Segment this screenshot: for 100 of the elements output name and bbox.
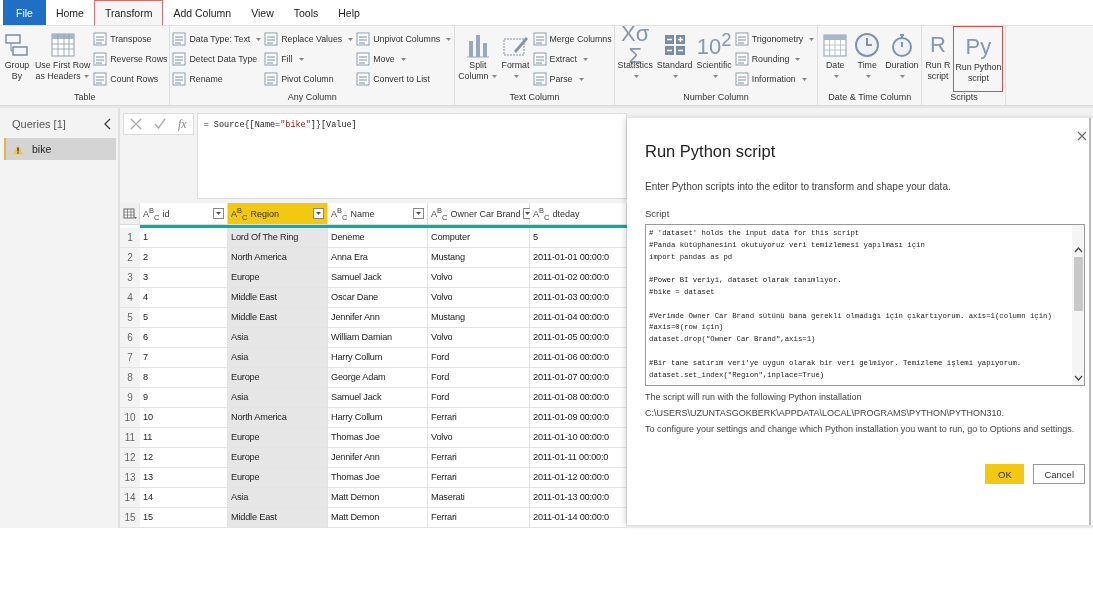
- table-cell: Ferrari: [428, 448, 530, 467]
- column-header[interactable]: A$^{B}$$_{C}$ Name: [328, 203, 428, 224]
- table-cell: Volvo: [428, 328, 530, 347]
- ribbon-button[interactable]: Format: [500, 29, 531, 92]
- list-icon: [356, 52, 371, 66]
- ribbon-button[interactable]: Detect Data Type: [172, 51, 263, 67]
- column-header[interactable]: A$^{B}$$_{C}$ id: [140, 203, 228, 224]
- ribbon-button[interactable]: Standard: [655, 29, 694, 92]
- group-label: Text Column: [508, 92, 561, 104]
- column-header[interactable]: A$^{B}$$_{C}$ Owner Car Brand: [428, 203, 530, 224]
- column-header[interactable]: A$^{B}$$_{C}$ dteday: [530, 203, 627, 224]
- group-label: Number Column: [682, 92, 750, 104]
- list-icon: [264, 72, 279, 86]
- ribbon-button[interactable]: Information: [734, 71, 816, 87]
- filter-button[interactable]: [313, 208, 324, 219]
- ribbon-button[interactable]: Py Run Python script: [953, 26, 1004, 92]
- ribbon-button[interactable]: Fill: [264, 51, 355, 67]
- ribbon-button[interactable]: Transpose: [93, 31, 168, 47]
- list-icon: [172, 32, 187, 46]
- ribbon-button[interactable]: Data Type: Text: [172, 31, 263, 47]
- ribbon-button[interactable]: Rounding: [734, 51, 816, 67]
- ribbon-button[interactable]: Rename: [172, 71, 263, 87]
- list-icon: [172, 72, 187, 86]
- table-cell: Jennifer Ann: [328, 308, 428, 327]
- ribbon-button[interactable]: Convert to List: [356, 71, 453, 87]
- table-cell: North America: [228, 408, 328, 427]
- row-number: 12: [120, 448, 140, 467]
- scroll-down-icon: [1073, 375, 1083, 381]
- table-cell: Oscar Dane: [328, 288, 428, 307]
- ribbon-button[interactable]: Split Column: [457, 29, 499, 92]
- ribbon-button[interactable]: Parse: [532, 71, 612, 87]
- ribbon-tab[interactable]: View: [241, 0, 284, 25]
- ribbon-button[interactable]: Replace Values: [264, 31, 355, 47]
- panel-title: Queries [1]: [12, 118, 66, 130]
- list-icon: [93, 32, 108, 46]
- ribbon-button[interactable]: Group By: [2, 29, 32, 92]
- ribbon-button[interactable]: Reverse Rows: [93, 51, 168, 67]
- list-icon: [734, 52, 749, 66]
- list-icon: [532, 72, 547, 86]
- table-cell: Samuel Jack: [328, 388, 428, 407]
- filter-button[interactable]: [213, 208, 224, 219]
- ribbon-tab[interactable]: Help: [328, 0, 370, 25]
- query-item[interactable]: bike: [4, 138, 116, 160]
- ribbon-button[interactable]: Count Rows: [93, 71, 168, 87]
- table-cell: Europe: [228, 268, 328, 287]
- ribbon-button[interactable]: Use First Row as Headers: [34, 29, 92, 92]
- ribbon-button[interactable]: Extract: [532, 51, 612, 67]
- list-icon: [172, 52, 187, 66]
- group-label: Date & Time Column: [827, 92, 913, 104]
- list-icon: [264, 52, 279, 66]
- caret-icon: [524, 211, 532, 216]
- table-cell: Volvo: [428, 428, 530, 447]
- row-number: 13: [120, 468, 140, 487]
- ribbon-button[interactable]: Merge Columns: [532, 31, 612, 47]
- row-number: 15: [120, 508, 140, 527]
- list-icon: [734, 32, 749, 46]
- check-icon: [154, 118, 166, 130]
- table-cell: Jennifer Ann: [328, 448, 428, 467]
- ribbon-button[interactable]: Pivot Column: [264, 71, 355, 87]
- list-icon: [264, 32, 279, 46]
- table-cell: Ford: [428, 388, 530, 407]
- close-icon: [1077, 131, 1087, 141]
- ribbon-tab[interactable]: Tools: [283, 0, 329, 25]
- table-cell: Ford: [428, 348, 530, 367]
- filter-button[interactable]: [413, 208, 424, 219]
- table-cell: Europe: [228, 448, 328, 467]
- scroll-thumb[interactable]: [1073, 257, 1083, 311]
- file-menu-button[interactable]: File: [3, 0, 46, 25]
- ribbon-tab[interactable]: Transform: [93, 0, 164, 25]
- cancel-button[interactable]: Cancel: [1033, 464, 1085, 484]
- ribbon-button[interactable]: Move: [356, 51, 453, 67]
- ribbon-button[interactable]: Time: [852, 29, 883, 92]
- table-menu-button[interactable]: [120, 203, 140, 224]
- table-cell: Mustang: [428, 248, 530, 267]
- ribbon-button[interactable]: Date: [820, 29, 851, 92]
- ribbon-tab[interactable]: Home: [45, 0, 94, 25]
- scrollbar[interactable]: [1072, 225, 1084, 385]
- table-cell: Volvo: [428, 288, 530, 307]
- icon-glyph: R: [930, 34, 946, 56]
- column-header[interactable]: A$^{B}$$_{C}$ Region: [228, 203, 328, 224]
- table-cell: Middle East: [228, 508, 328, 527]
- table-cell: George Adam: [328, 368, 428, 387]
- formula-field[interactable]: = Source{[Name="bike"]}[Value]: [196, 113, 627, 199]
- ok-button[interactable]: OK: [985, 464, 1025, 484]
- table-cell: Asia: [228, 388, 328, 407]
- ribbon-tab[interactable]: Add Column: [163, 0, 242, 25]
- ribbon-button[interactable]: 10$^{2}$ Scientific: [695, 29, 733, 92]
- function-button[interactable]: fx: [178, 116, 187, 132]
- icon-glyph: 10$^{2}$: [696, 31, 732, 59]
- ribbon-button[interactable]: Trigonometry: [734, 31, 816, 47]
- table-cell: Middle East: [228, 288, 328, 307]
- row-number: 4: [120, 288, 140, 307]
- ribbon-button[interactable]: Unpivot Columns: [356, 31, 453, 47]
- table-cell: Ferrari: [428, 468, 530, 487]
- ribbon-button[interactable]: R Run R script: [924, 29, 952, 92]
- table-cell: Thomas Joe: [328, 428, 428, 447]
- list-icon: [532, 32, 547, 46]
- group-label: Table: [72, 92, 97, 104]
- table-cell: Deneme: [328, 228, 428, 247]
- ribbon-button[interactable]: Duration: [884, 29, 920, 92]
